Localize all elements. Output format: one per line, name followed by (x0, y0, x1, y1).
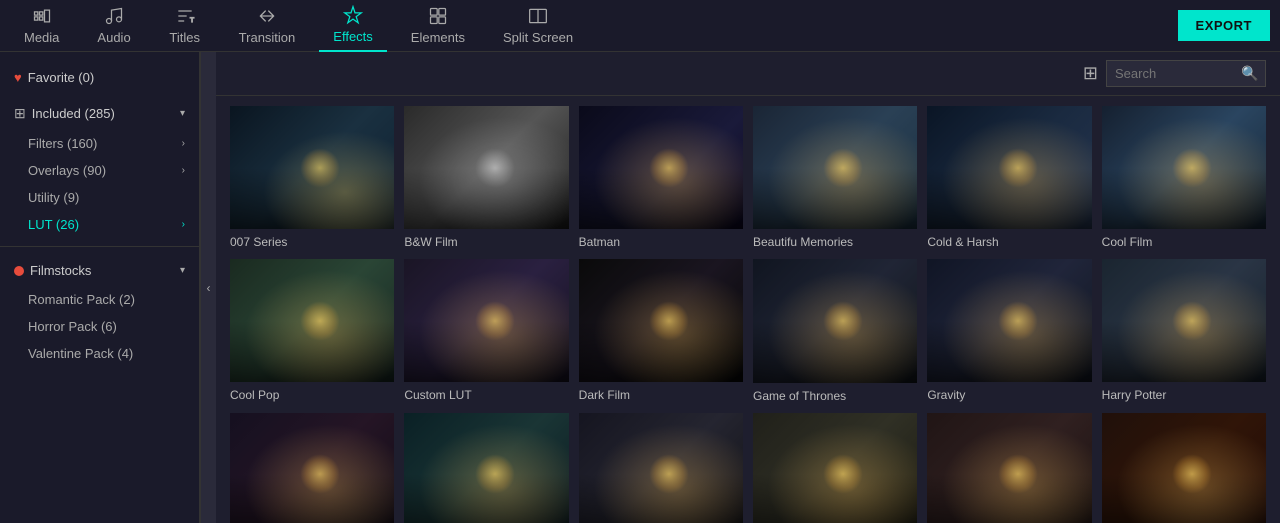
effect-item[interactable]: Harry Potter (1102, 259, 1266, 402)
effect-thumbnail (1102, 259, 1266, 382)
effect-thumbnail (927, 106, 1091, 229)
heart-icon: ♥ (14, 70, 22, 85)
search-input[interactable] (1115, 66, 1235, 81)
content-area: ⊞ 🔍 007 Series B&W Film Batman Beautifu Mem… (216, 52, 1280, 523)
filmstocks-dot (14, 266, 24, 276)
effect-item[interactable]: Gravity (927, 259, 1091, 402)
effect-label: Cold & Harsh (927, 235, 1091, 249)
sidebar-filters[interactable]: Filters (160) › (0, 130, 199, 157)
sidebar-overlays[interactable]: Overlays (90) › (0, 157, 199, 184)
nav-titles[interactable]: T Titles (155, 0, 215, 51)
effect-item[interactable]: Custom LUT (404, 259, 568, 402)
sidebar-collapse-button[interactable]: ‹ (200, 52, 216, 523)
grid-view-button[interactable]: ⊞ (1083, 63, 1098, 84)
included-header[interactable]: ⊞ Included (285) ▾ (0, 97, 199, 130)
effect-thumbnail (927, 259, 1091, 382)
effect-item[interactable]: Period Piece (753, 413, 917, 523)
nav-media[interactable]: Media (10, 0, 73, 51)
effect-item[interactable]: Beautifu Memories (753, 106, 917, 249)
chevron-down-icon: ▾ (180, 108, 185, 119)
effect-item[interactable]: Light Teal (404, 413, 568, 523)
effect-thumbnail (753, 413, 917, 523)
effect-thumbnail (404, 106, 568, 229)
sidebar-horror[interactable]: Horror Pack (6) (0, 313, 199, 340)
effect-thumbnail (404, 259, 568, 382)
top-navigation: Media Audio T Titles Transition Effects … (0, 0, 1280, 52)
effect-label: Gravity (927, 388, 1091, 402)
nav-effects[interactable]: Effects (319, 0, 387, 52)
effect-label: Game of Thrones (753, 389, 917, 403)
chevron-right-icon: › (182, 219, 185, 230)
nav-transition[interactable]: Transition (225, 0, 310, 51)
search-icon: 🔍 (1241, 65, 1258, 82)
sidebar-divider (0, 246, 199, 247)
content-header: ⊞ 🔍 (216, 52, 1280, 96)
sidebar: ♥ Favorite (0) ⊞ Included (285) ▾ Filter… (0, 52, 200, 523)
effect-thumbnail (230, 259, 394, 382)
effect-label: B&W Film (404, 235, 568, 249)
effect-item[interactable]: Mission Impossible (579, 413, 743, 523)
chevron-down-icon: ▾ (180, 265, 185, 276)
nav-audio[interactable]: Audio (83, 0, 144, 51)
sidebar-lut[interactable]: LUT (26) › (0, 211, 199, 238)
effect-thumbnail (753, 259, 917, 382)
sidebar-valentine[interactable]: Valentine Pack (4) (0, 340, 199, 367)
effect-thumbnail (579, 259, 743, 382)
effect-label: Dark Film (579, 388, 743, 402)
effect-item[interactable]: Sparta 300 (1102, 413, 1266, 523)
effects-grid: 007 Series B&W Film Batman Beautifu Memorie… (216, 96, 1280, 523)
effect-item[interactable]: Reign (927, 413, 1091, 523)
effect-item[interactable]: B&W Film (404, 106, 568, 249)
effect-item[interactable]: Dark Film (579, 259, 743, 402)
effect-label: Beautifu Memories (753, 235, 917, 249)
effect-item[interactable]: Batman (579, 106, 743, 249)
sidebar-utility[interactable]: Utility (9) (0, 184, 199, 211)
effect-thumbnail (230, 106, 394, 229)
included-section: ⊞ Included (285) ▾ Filters (160) › Overl… (0, 97, 199, 238)
filmstocks-header[interactable]: Filmstocks ▾ (0, 255, 199, 286)
effect-thumbnail (1102, 413, 1266, 523)
effect-thumbnail (753, 106, 917, 229)
nav-elements[interactable]: Elements (397, 0, 479, 51)
main-area: ♥ Favorite (0) ⊞ Included (285) ▾ Filter… (0, 52, 1280, 523)
effect-thumbnail (579, 413, 743, 523)
effect-thumbnail (927, 413, 1091, 523)
export-button[interactable]: EXPORT (1178, 10, 1270, 41)
chevron-right-icon: › (182, 138, 185, 149)
effect-item[interactable]: Game of Thrones (753, 259, 917, 402)
filmstocks-section: Filmstocks ▾ Romantic Pack (2) Horror Pa… (0, 255, 199, 367)
grid-dots-icon: ⊞ (14, 105, 26, 122)
effect-label: Cool Pop (230, 388, 394, 402)
favorite-button[interactable]: ♥ Favorite (0) (0, 62, 199, 93)
sidebar-romantic[interactable]: Romantic Pack (2) (0, 286, 199, 313)
svg-text:T: T (190, 17, 194, 24)
effect-item[interactable]: Cold & Harsh (927, 106, 1091, 249)
effect-thumbnail (579, 106, 743, 229)
effect-label: Cool Film (1102, 235, 1266, 249)
effect-label: Batman (579, 235, 743, 249)
effect-label: Custom LUT (404, 388, 568, 402)
effect-item[interactable]: House of Cards (230, 413, 394, 523)
effect-label: Harry Potter (1102, 388, 1266, 402)
effect-item[interactable]: Cool Pop (230, 259, 394, 402)
search-box: 🔍 (1106, 60, 1266, 87)
effect-thumbnail (230, 413, 394, 523)
nav-splitscreen[interactable]: Split Screen (489, 0, 587, 51)
effect-item[interactable]: Cool Film (1102, 106, 1266, 249)
effect-thumbnail (1102, 106, 1266, 229)
chevron-right-icon: › (182, 165, 185, 176)
effect-label: 007 Series (230, 235, 394, 249)
effect-thumbnail (404, 413, 568, 523)
effect-item[interactable]: 007 Series (230, 106, 394, 249)
